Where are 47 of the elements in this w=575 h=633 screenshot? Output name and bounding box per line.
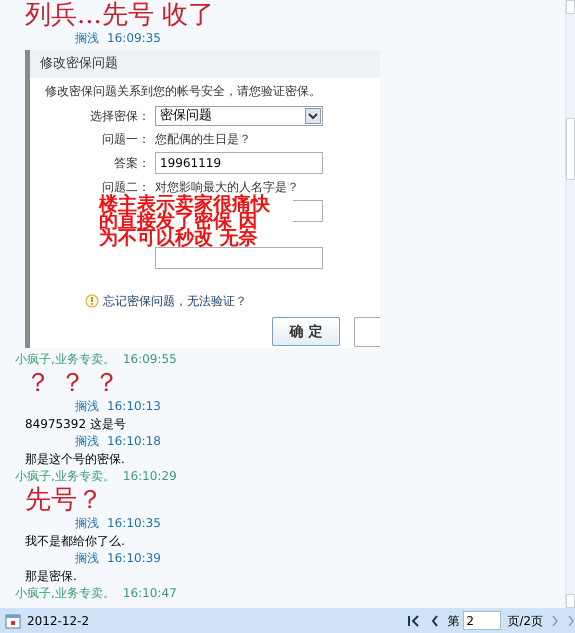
sender-name: 小疯子,业务专卖。 [15,585,115,602]
answer-field[interactable]: 19961119 [155,152,323,174]
calendar-icon[interactable] [5,612,21,628]
sender-name: 搁浅 [75,433,99,450]
message-text: 先号？ [24,485,104,515]
field-label: 答案： [113,155,150,171]
message-text: 那是密保. [24,568,78,585]
scrollbar[interactable] [565,0,575,608]
sender-name: 小疯子,业务专卖。 [15,468,115,485]
page-suffix: 页/2页 [507,612,543,630]
message-time: 16:09:35 [107,30,161,47]
question-text: 您配偶的生日是？ [155,131,252,147]
field-label: 问题二： [101,179,150,194]
annotation-text: 楼主表示卖家很痛快 的直接发了密保 因 为不可以秒改 无奈 [97,196,272,247]
page-prefix: 第 [447,612,460,630]
answer-field[interactable] [293,200,323,222]
message-text: 列兵...先号 收了 [24,0,216,30]
message-text: 我不是都给你了么. [24,533,126,550]
dialog-intro: 修改密保问题关系到您的帐号安全，请您验证密保。 [44,83,322,99]
field-label: 选择密保： [89,108,150,124]
message-time: 16:10:13 [107,398,161,415]
message-time: 16:10:47 [122,585,177,602]
message-text: ？ ？ ？ [24,368,121,398]
confirm-button[interactable]: 确 定 [272,317,340,346]
message-time: 16:09:55 [122,351,177,368]
message-time: 16:10:35 [107,515,161,532]
field-label: 问题一： [101,131,150,147]
forgot-link[interactable]: 忘记密保问题，无法验证？ [103,293,247,309]
question-text: 对您影响最大的人名字是？ [155,179,300,194]
dialog-title: 修改密保问题 [40,55,118,74]
caret-icon [305,108,321,124]
message-time: 16:10:18 [107,433,161,450]
page-field[interactable]: 2 [463,611,502,630]
message-text: 84975392 这是号 [24,416,127,433]
date-text: 2012-12-2 [27,612,90,630]
message-time: 16:10:29 [122,468,177,485]
message-text: 那是这个号的密保. [24,451,126,468]
first-page-icon[interactable] [407,614,422,628]
sender-name: 搁浅 [75,398,99,415]
sender-name: 小疯子,业务专卖。 [15,351,115,368]
sender-name: 搁浅 [75,515,99,532]
message-time: 16:10:39 [107,550,161,567]
sender-name: 搁浅 [75,30,99,47]
answer-field[interactable] [155,247,323,269]
warning-icon [85,294,99,308]
question-select[interactable]: 密保问题 [155,106,323,126]
sender-name: 搁浅 [75,550,99,567]
